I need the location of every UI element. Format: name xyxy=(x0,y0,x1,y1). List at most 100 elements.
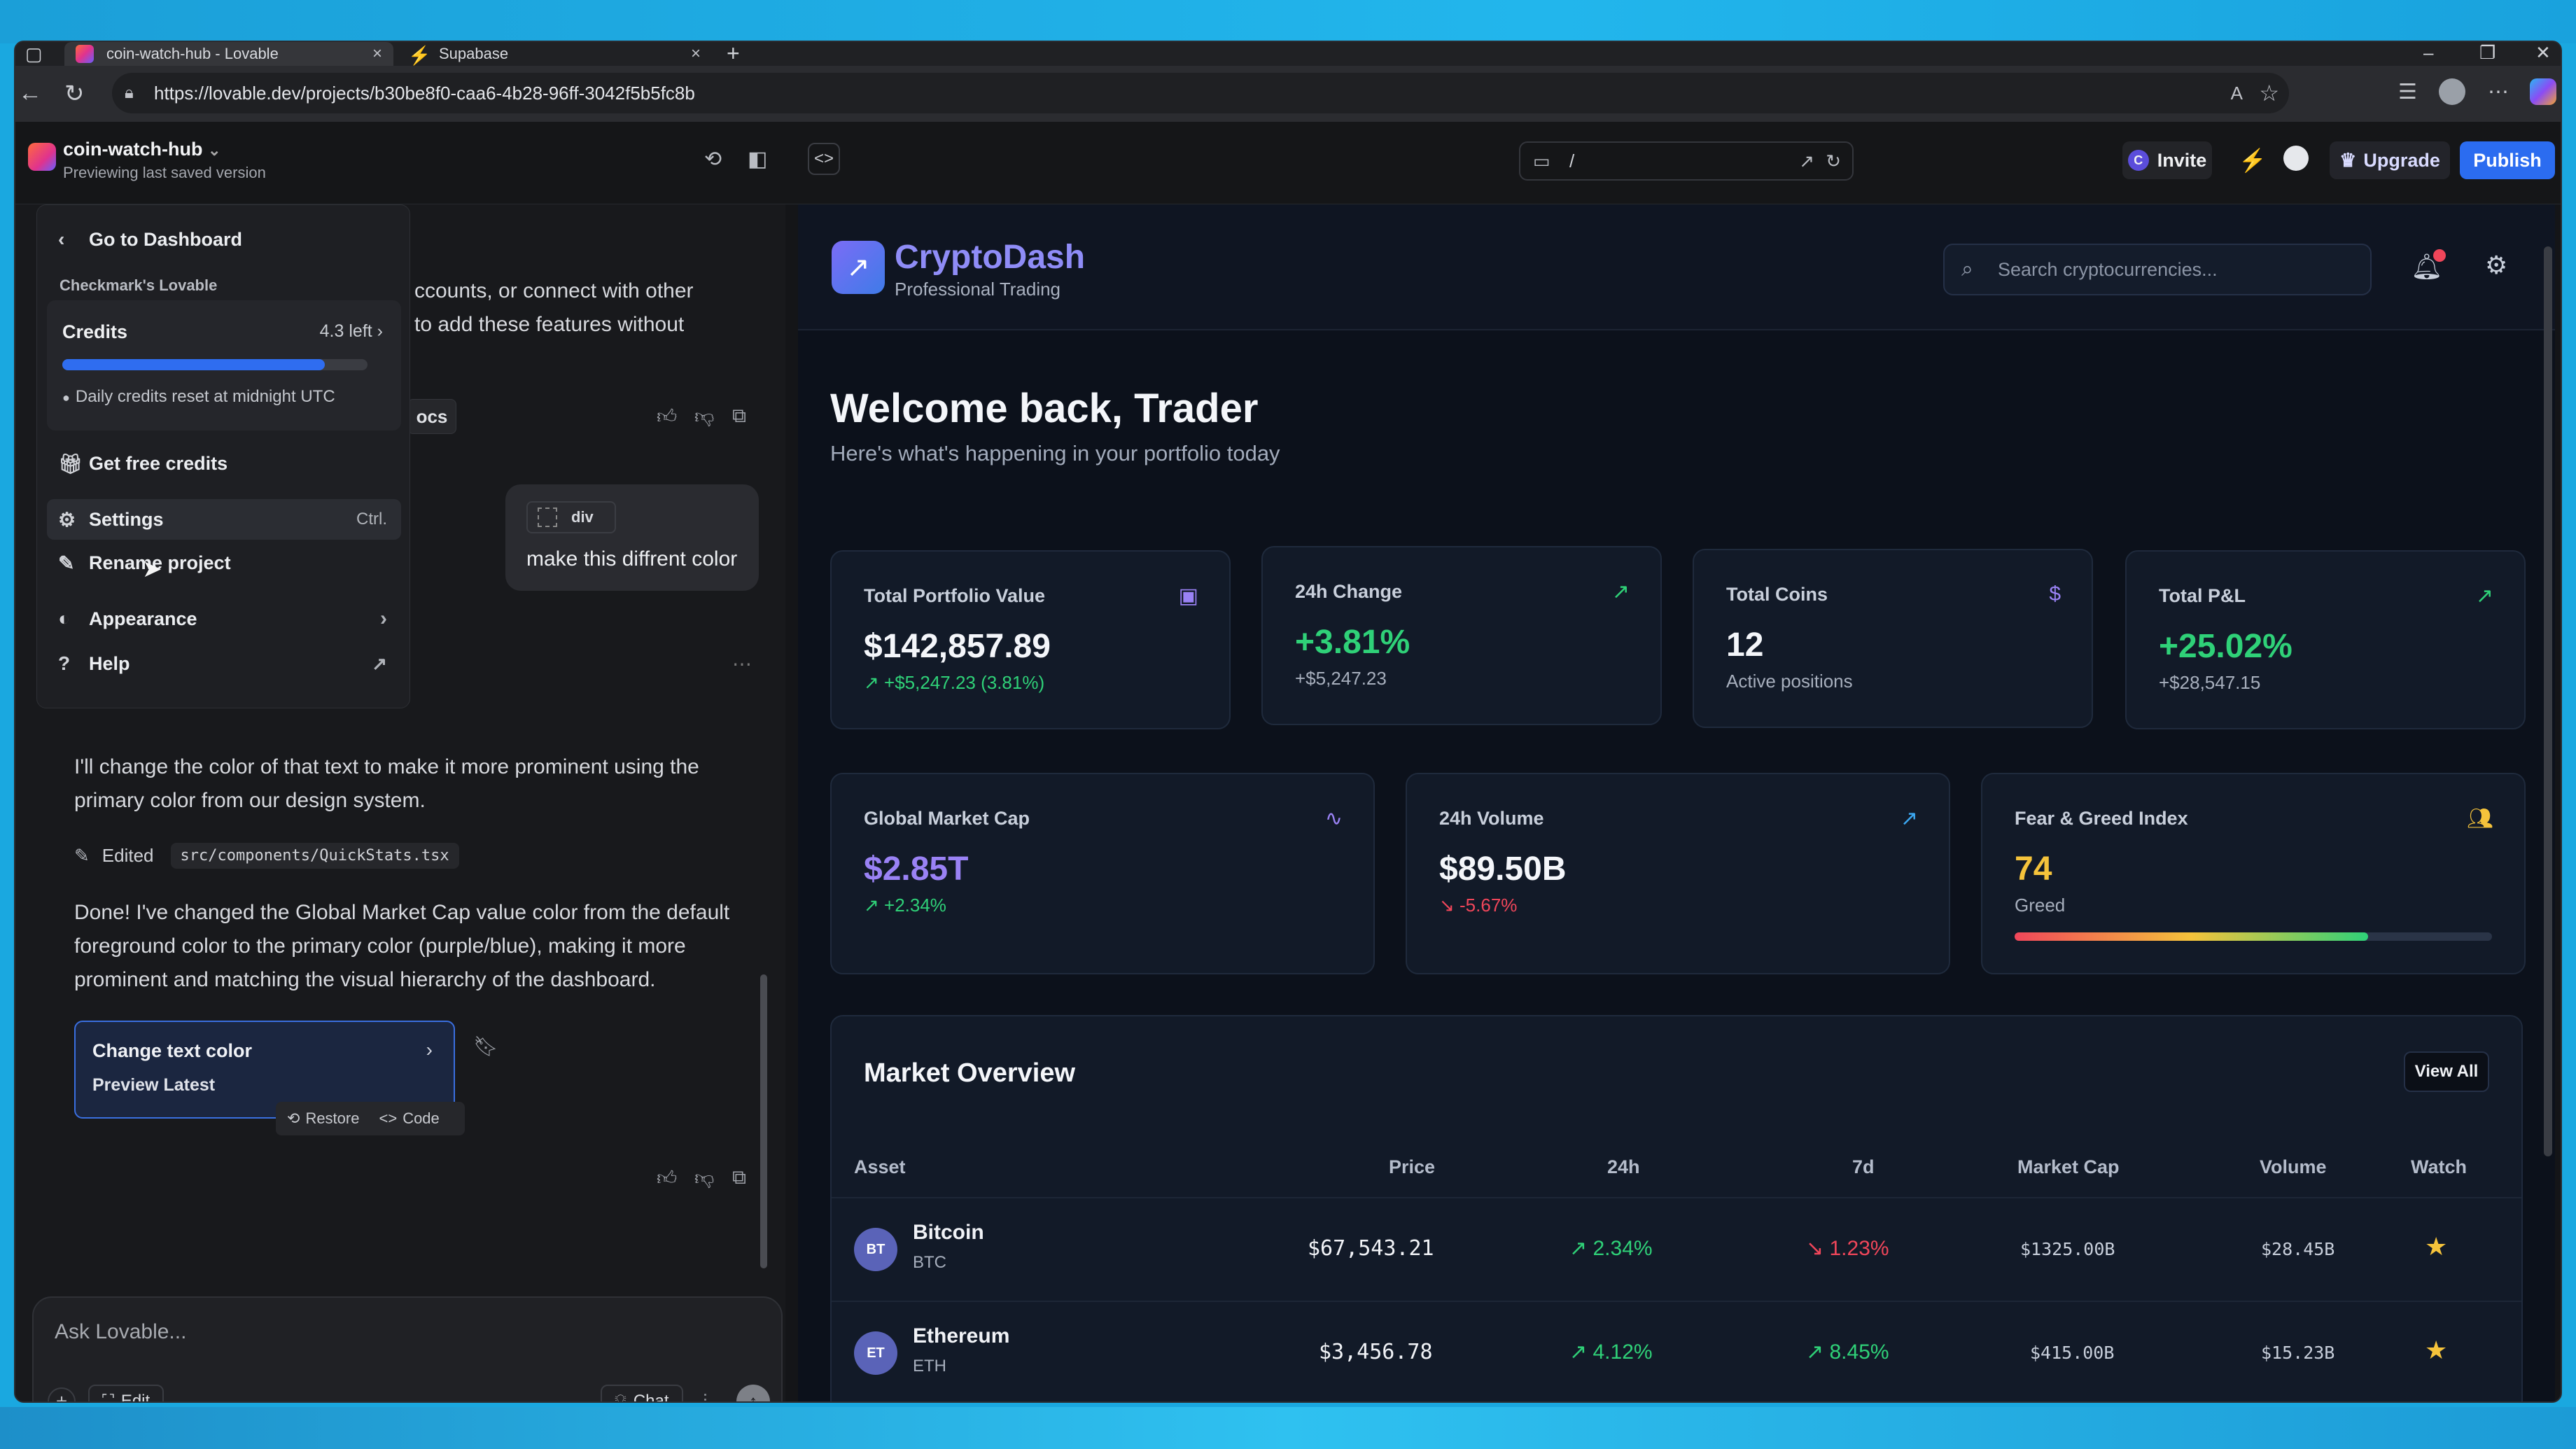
reload-icon[interactable]: ↻ xyxy=(64,80,85,108)
card-sub: +$28,547.15 xyxy=(2159,672,2261,693)
settings-item[interactable]: ⚙ Settings Ctrl. xyxy=(47,499,401,540)
restore-button[interactable]: Restore xyxy=(305,1110,359,1128)
go-to-dashboard-item[interactable]: ‹ Go to Dashboard xyxy=(47,219,401,260)
edit-mode-button[interactable]: ⛶ Edit xyxy=(88,1385,164,1401)
url-field[interactable]: 🔒︎ https://lovable.dev/projects/b30be8f0… xyxy=(112,73,2289,113)
bookmark-icon[interactable]: 🔖︎ xyxy=(473,1035,498,1058)
close-window-icon[interactable]: ✕ xyxy=(2535,42,2551,64)
chat-input-placeholder[interactable]: Ask Lovable... xyxy=(55,1320,186,1344)
code-view-icon[interactable]: <> xyxy=(808,143,840,175)
wallet-icon: ▣ xyxy=(1178,584,1198,608)
card-label: Total Coins xyxy=(1726,584,1828,605)
view-all-button[interactable]: View All xyxy=(2404,1051,2489,1092)
credits-progress-track xyxy=(62,359,368,370)
menu-label: Appearance xyxy=(89,608,197,629)
column-header[interactable]: Volume xyxy=(2260,1156,2327,1178)
close-icon[interactable]: × xyxy=(691,44,701,64)
send-icon[interactable]: ↑ xyxy=(736,1385,770,1401)
column-header[interactable]: Asset xyxy=(854,1156,906,1178)
total-pl-card: Total P&L ↗ +25.02% +$28,547.15 xyxy=(2125,550,2526,729)
new-tab-icon[interactable]: + xyxy=(727,42,740,66)
supabase-icon[interactable]: ⚡ xyxy=(2239,147,2267,174)
column-header[interactable]: Price xyxy=(1389,1156,1435,1178)
dot-icon: ● xyxy=(62,391,70,405)
column-header[interactable]: 24h xyxy=(1607,1156,1640,1178)
chat-input-box[interactable]: Ask Lovable... + ⛶ Edit 💡︎ Chat ⫶ ↑ xyxy=(32,1296,783,1401)
table-row[interactable]: ET Ethereum ETH $3,456.78 ↗ 4.12% ↗ 8.45… xyxy=(832,1301,2521,1401)
element-tag: div xyxy=(526,501,616,533)
back-icon[interactable]: ← xyxy=(18,80,42,107)
more-icon[interactable]: ⋯ xyxy=(2488,80,2509,104)
card-label: Total P&L xyxy=(2159,585,2246,606)
project-name[interactable]: coin-watch-hub ⌄ xyxy=(63,139,220,160)
minimize-icon[interactable]: – xyxy=(2423,42,2433,64)
star-icon[interactable]: ☆ xyxy=(2259,80,2279,106)
column-header[interactable]: Market Cap xyxy=(2017,1156,2120,1178)
copy-icon[interactable]: ⧉ xyxy=(732,1166,746,1189)
device-icon[interactable]: ▭ xyxy=(1533,150,1550,172)
column-header[interactable]: 7d xyxy=(1852,1156,1875,1178)
card-change: ↗ +2.34% xyxy=(864,895,946,916)
add-icon[interactable]: + xyxy=(48,1387,76,1401)
credits-card: Credits 4.3 left › ● Daily credits reset … xyxy=(47,300,401,430)
thumbs-down-icon[interactable]: 👎︎ xyxy=(694,1166,714,1190)
gear-icon: ⚙ xyxy=(58,508,76,531)
github-icon[interactable] xyxy=(2283,146,2309,171)
brand-subtitle: Professional Trading xyxy=(895,279,1061,300)
sidebar-toggle-icon[interactable]: ◧ xyxy=(748,147,767,172)
column-header[interactable]: Watch xyxy=(2411,1156,2467,1178)
preview-latest-link[interactable]: Preview Latest xyxy=(92,1075,215,1096)
restore-icon[interactable]: ❐ xyxy=(2479,42,2496,64)
preview-scrollbar[interactable] xyxy=(2544,246,2552,1156)
star-icon[interactable]: ★ xyxy=(2425,1232,2447,1261)
get-free-credits-item[interactable]: 🎁︎ Get free credits xyxy=(47,443,401,484)
tab-supabase[interactable]: ⚡ Supabase × xyxy=(397,42,712,66)
appearance-item[interactable]: ◐ Appearance › xyxy=(47,598,401,639)
coin-volume: $28.45B xyxy=(2261,1239,2335,1259)
rename-icon: ✎ xyxy=(58,552,75,574)
more-options-icon[interactable]: ⋯ xyxy=(732,652,752,676)
star-icon[interactable]: ★ xyxy=(2425,1336,2447,1365)
table-row[interactable]: BT Bitcoin BTC $67,543.21 ↗ 2.34% ↘ 1.23… xyxy=(832,1197,2521,1301)
profile-icon[interactable] xyxy=(2439,78,2465,105)
card-change: ↘ -5.67% xyxy=(1439,895,1518,916)
read-aloud-icon[interactable]: A xyxy=(2231,83,2243,104)
code-button[interactable]: Code xyxy=(402,1110,440,1128)
help-item[interactable]: ? Help ↗ xyxy=(47,643,401,684)
coin-price: $67,543.21 xyxy=(1308,1236,1434,1261)
chat-mode-button[interactable]: 💡︎ Chat xyxy=(601,1385,683,1401)
tab-lovable[interactable]: coin-watch-hub - Lovable × xyxy=(64,42,393,66)
edited-file-path[interactable]: src/components/QuickStats.tsx xyxy=(170,843,459,869)
upgrade-button[interactable]: ♛ Upgrade xyxy=(2330,141,2450,179)
tab-actions-icon[interactable]: ▢ xyxy=(25,43,43,65)
card-sub: Active positions xyxy=(1726,671,1853,692)
gear-icon[interactable]: ⚙ xyxy=(2485,251,2507,280)
docs-chip[interactable]: ocs xyxy=(407,399,456,434)
close-icon[interactable]: × xyxy=(372,44,382,64)
thumbs-up-icon[interactable]: 👍︎ xyxy=(657,405,677,428)
invite-button[interactable]: C Invite xyxy=(2122,141,2212,179)
favorites-icon[interactable]: ☰ xyxy=(2398,80,2417,104)
preview-path-field[interactable]: ▭ / ↗ ↻ xyxy=(1519,141,1854,181)
open-external-icon[interactable]: ↗ xyxy=(1799,150,1814,172)
rename-project-item[interactable]: ✎ Rename project xyxy=(47,542,401,583)
portfolio-value-card: Total Portfolio Value ▣ $142,857.89 ↗ +$… xyxy=(830,550,1231,729)
card-value: 12 xyxy=(1726,626,1764,664)
total-coins-card: Total Coins $ 12 Active positions xyxy=(1693,549,2093,728)
app-header: coin-watch-hub ⌄ Previewing last saved v… xyxy=(15,122,2561,204)
menu-label: Help xyxy=(89,652,130,674)
voice-icon[interactable]: ⫶ xyxy=(703,1390,708,1401)
history-icon[interactable]: ⟲ xyxy=(704,147,722,172)
chat-scrollbar[interactable] xyxy=(760,974,767,1268)
copilot-icon[interactable] xyxy=(2530,78,2556,105)
publish-button[interactable]: Publish xyxy=(2460,141,2555,179)
welcome-subtitle: Here's what's happening in your portfoli… xyxy=(830,441,1280,465)
credits-left[interactable]: 4.3 left › xyxy=(320,321,383,342)
refresh-icon[interactable]: ↻ xyxy=(1826,150,1841,172)
thumbs-up-icon[interactable]: 👍︎ xyxy=(657,1166,677,1190)
copy-icon[interactable]: ⧉ xyxy=(732,405,746,428)
thumbs-down-icon[interactable]: 👎︎ xyxy=(694,405,714,428)
coin-24h-change: ↗ 4.12% xyxy=(1569,1340,1653,1364)
user-message-bubble: div make this diffrent color xyxy=(505,484,759,591)
search-input[interactable]: ⌕ Search cryptocurrencies... xyxy=(1943,244,2372,295)
